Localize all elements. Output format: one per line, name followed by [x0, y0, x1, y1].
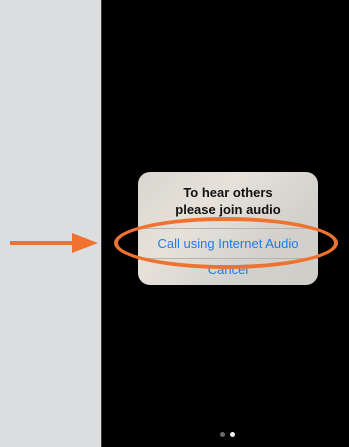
page-indicator: [216, 432, 240, 438]
page-dot-current: [230, 432, 235, 437]
pointer-arrow-icon: [10, 233, 98, 253]
side-panel: [0, 0, 101, 447]
highlight-ring: [114, 217, 338, 269]
page-dot: [220, 432, 225, 437]
alert-title: To hear others please join audio: [175, 185, 281, 217]
